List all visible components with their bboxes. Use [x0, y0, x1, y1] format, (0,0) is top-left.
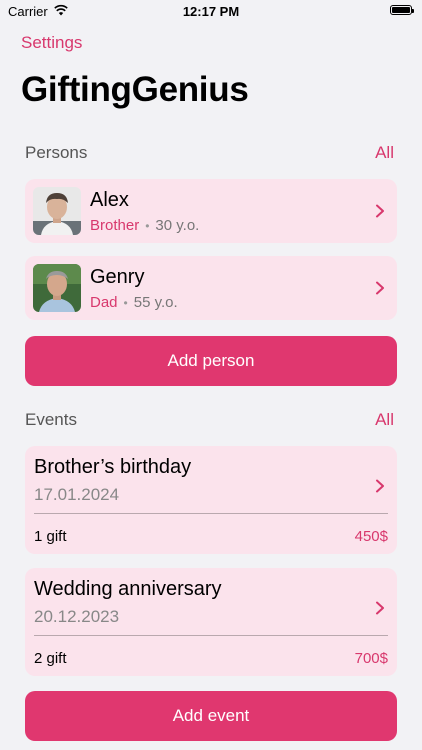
persons-section-header: Persons All	[25, 143, 397, 165]
persons-all-button[interactable]: All	[375, 143, 394, 163]
person-relation: Brother	[90, 217, 140, 234]
person-meta: Dad • 55 y.o.	[90, 294, 178, 311]
event-gift-count: 2 gift	[34, 650, 67, 667]
person-row-alex[interactable]: Alex Brother • 30 y.o.	[25, 179, 397, 243]
person-row-genry[interactable]: Genry Dad • 55 y.o.	[25, 256, 397, 320]
add-person-button[interactable]: Add person	[25, 336, 397, 386]
clock: 12:17 PM	[182, 4, 240, 19]
person-meta: Brother • 30 y.o.	[90, 217, 199, 234]
event-date: 17.01.2024	[34, 485, 120, 504]
events-section-title: Events	[25, 410, 77, 429]
event-title: Brother’s birthday	[34, 456, 192, 478]
event-date: 20.12.2023	[34, 607, 120, 626]
divider	[34, 513, 388, 514]
person-name: Genry	[90, 266, 145, 288]
person-age: 30 y.o.	[155, 217, 200, 234]
person-name: Alex	[90, 189, 129, 211]
event-price: 450$	[354, 528, 388, 545]
person-age: 55 y.o.	[133, 294, 178, 311]
add-event-button[interactable]: Add event	[25, 691, 397, 741]
avatar	[33, 264, 81, 312]
event-card-brothers-birthday[interactable]: Brother’s birthday 17.01.2024 1 gift 450…	[25, 446, 397, 554]
meta-separator: •	[145, 219, 150, 233]
chevron-right-icon	[376, 601, 384, 615]
chevron-right-icon	[376, 204, 384, 218]
event-gift-count: 1 gift	[34, 528, 67, 545]
event-title: Wedding anniversary	[34, 578, 222, 600]
events-section-header: Events All	[25, 410, 397, 432]
page-title: GiftingGenius	[21, 70, 249, 109]
persons-section-title: Persons	[25, 143, 88, 162]
event-price: 700$	[354, 650, 388, 667]
status-bar: Carrier 12:17 PM	[0, 0, 422, 24]
battery-icon	[390, 5, 414, 15]
events-all-button[interactable]: All	[375, 410, 394, 430]
chevron-right-icon	[376, 479, 384, 493]
event-card-wedding-anniversary[interactable]: Wedding anniversary 20.12.2023 2 gift 70…	[25, 568, 397, 676]
chevron-right-icon	[376, 281, 384, 295]
meta-separator: •	[123, 296, 128, 310]
divider	[34, 635, 388, 636]
avatar	[33, 187, 81, 235]
person-relation: Dad	[90, 294, 118, 311]
settings-back-button[interactable]: Settings	[21, 33, 82, 53]
